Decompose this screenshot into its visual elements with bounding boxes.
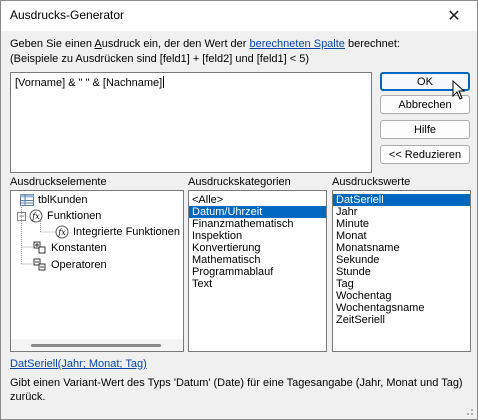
instruction-text-end: berechnet: [344, 38, 400, 50]
function-signature-link[interactable]: DatSeriell(Jahr; Monat; Tag) [10, 358, 147, 370]
window-title: Ausdrucks-Generator [10, 8, 125, 22]
instruction-examples: (Beispiele zu Ausdrücken sind [feld1] + … [10, 53, 310, 65]
list-item[interactable]: Monatsname [333, 242, 470, 254]
list-item[interactable]: Wochentagsname [333, 302, 470, 314]
list-item[interactable]: Sekunde [333, 254, 470, 266]
title-bar: Ausdrucks-Generator ✕ [1, 1, 477, 31]
list-item[interactable]: <Alle> [189, 194, 326, 206]
list-item-selected[interactable]: DatSeriell [333, 194, 470, 206]
categories-list[interactable]: <Alle> Datum/Uhrzeit Finanzmathematisch … [188, 190, 327, 352]
reduce-button[interactable]: << Reduzieren [380, 145, 470, 164]
list-item[interactable]: Inspektion [189, 230, 326, 242]
resize-grip-icon[interactable] [464, 406, 474, 416]
list-item[interactable]: Wochentag [333, 290, 470, 302]
list-item[interactable]: Finanzmathematisch [189, 218, 326, 230]
list-item-selected[interactable]: Datum/Uhrzeit [189, 206, 326, 218]
instruction-text-start: Geben Sie einen [10, 38, 95, 50]
categories-label: Ausdruckskategorien [188, 176, 291, 188]
tree-item-label: Integrierte Funktionen [73, 226, 181, 238]
expression-input[interactable]: [Vorname] & " " & [Nachname] [10, 72, 372, 173]
scrollbar-thumb[interactable] [31, 344, 161, 347]
expression-builder-dialog: Ausdrucks-Generator ✕ Geben Sie einen Au… [0, 0, 478, 420]
horizontal-scrollbar[interactable] [11, 339, 183, 351]
list-item[interactable]: Stunde [333, 266, 470, 278]
text-caret [163, 76, 165, 88]
list-item[interactable]: ZeitSeriell [333, 314, 470, 326]
values-label: Ausdruckswerte [332, 176, 411, 188]
list-item[interactable]: Jahr [333, 206, 470, 218]
list-item[interactable]: Konvertierung [189, 242, 326, 254]
elements-tree[interactable]: tblKunden − fx Funktionen fx Integrierte… [10, 190, 184, 352]
help-button[interactable]: Hilfe [380, 120, 470, 139]
close-button[interactable]: ✕ [431, 1, 477, 31]
mouse-pointer-icon [452, 80, 466, 100]
list-item[interactable]: Text [189, 278, 326, 290]
expression-text: [Vorname] & " " & [Nachname] [15, 77, 163, 89]
access-key-a: A [94, 38, 102, 50]
instructions: Geben Sie einen Ausdruck ein, der den We… [10, 37, 470, 67]
list-item[interactable]: Tag [333, 278, 470, 290]
tree-connector-lines [21, 205, 55, 265]
instruction-text-mid: usdruck ein, der den Wert der [101, 38, 250, 50]
list-item[interactable]: Programmablauf [189, 266, 326, 278]
elements-label: Ausdruckselemente [10, 176, 107, 188]
list-item[interactable]: Mathematisch [189, 254, 326, 266]
values-list[interactable]: DatSeriell Jahr Minute Monat Monatsname … [332, 190, 471, 352]
list-item[interactable]: Minute [333, 218, 470, 230]
function-description: Gibt einen Variant-Wert des Typs 'Datum'… [10, 377, 463, 403]
calculated-column-link[interactable]: berechneten Spalte [250, 38, 345, 50]
list-item[interactable]: Monat [333, 230, 470, 242]
tree-item-builtin-functions[interactable]: fx Integrierte Funktionen [55, 224, 180, 240]
